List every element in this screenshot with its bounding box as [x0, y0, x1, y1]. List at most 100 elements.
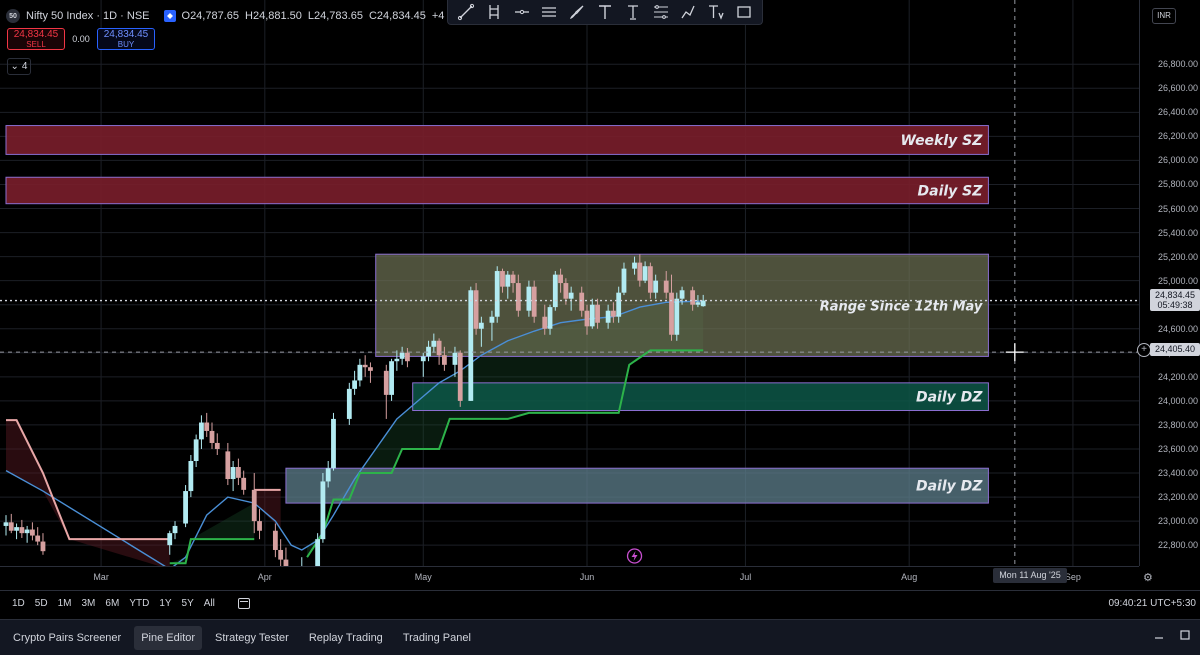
- candle-body: [457, 352, 463, 401]
- candle-body: [674, 298, 680, 335]
- text-icon[interactable]: [595, 2, 615, 22]
- candle-body: [278, 549, 284, 560]
- gear-icon[interactable]: ⚙: [1143, 571, 1153, 584]
- tab-replay-trading[interactable]: Replay Trading: [302, 626, 390, 650]
- candle-body: [209, 430, 215, 443]
- symbol-title[interactable]: Nifty 50 Index · 1D · NSE: [26, 10, 150, 22]
- range-1y[interactable]: 1Y: [154, 598, 176, 609]
- candle-body: [3, 522, 9, 526]
- candle-body: [183, 491, 188, 524]
- candle-body: [531, 286, 537, 317]
- spread-value: 0.00: [72, 34, 90, 44]
- buy-price: 24,834.45: [103, 29, 149, 40]
- ohlc-low: L24,783.65: [307, 10, 363, 22]
- candle: [346, 382, 352, 425]
- price-tick-label: 25,600.00: [1157, 203, 1198, 214]
- sell-label: SELL: [26, 40, 46, 49]
- price-tick-label: 23,000.00: [1157, 516, 1198, 527]
- candle-body: [679, 290, 685, 299]
- zone-demand: [412, 382, 989, 412]
- price-chart[interactable]: Weekly SZ Daily SZ Range Since 12th May Dai…: [0, 0, 1139, 566]
- time-tick-label: Jul: [739, 572, 752, 582]
- fib-icon[interactable]: [651, 2, 671, 22]
- candle-body: [632, 262, 637, 269]
- range-1d[interactable]: 1D: [0, 598, 30, 609]
- tab-trading-panel[interactable]: Trading Panel: [396, 626, 478, 650]
- candle: [14, 523, 19, 540]
- price-tick-label: 26,000.00: [1157, 155, 1198, 166]
- range-all[interactable]: All: [199, 598, 220, 609]
- pitchfork-icon[interactable]: [484, 2, 504, 22]
- date-range-bar: 1D 5D 1M 3M 6M YTD 1Y 5Y All 09:40:21 UT…: [0, 590, 1200, 615]
- candle-body: [642, 266, 648, 281]
- candle-body: [579, 292, 585, 311]
- sell-button[interactable]: 24,834.45 SELL: [7, 28, 65, 50]
- candle: [3, 515, 9, 536]
- candle-body: [552, 274, 558, 308]
- indicators-toggle-button[interactable]: ⌄ 4: [7, 58, 31, 75]
- candle: [278, 539, 284, 566]
- range-3m[interactable]: 3M: [77, 598, 101, 609]
- range-1m[interactable]: 1M: [53, 598, 77, 609]
- ohlc-open: O24,787.65: [181, 10, 240, 22]
- candle: [368, 362, 373, 383]
- zone-label: Daily DZ: [916, 390, 983, 406]
- candle-body: [30, 529, 35, 536]
- supertrend-bear-fill: [6, 420, 170, 566]
- price-axis[interactable]: 26,800.00 26,600.00 26,400.00 26,200.00 26,0…: [1139, 0, 1200, 566]
- candle-body: [172, 525, 178, 534]
- price-tick-label: 26,400.00: [1157, 107, 1198, 118]
- time-tick-label: Sep: [1064, 572, 1081, 582]
- candle-body: [19, 527, 25, 534]
- price-tick-label: 26,800.00: [1157, 59, 1198, 70]
- price-tick-label: 25,400.00: [1157, 227, 1198, 238]
- candle-body: [193, 439, 199, 462]
- candle-body: [500, 271, 505, 287]
- maximize-icon[interactable]: [1180, 630, 1190, 640]
- path-icon[interactable]: [678, 2, 698, 22]
- tab-pine-editor[interactable]: Pine Editor: [134, 625, 203, 650]
- candle-body: [230, 467, 236, 480]
- candle-body: [489, 316, 495, 323]
- bottom-panel-tabs: Crypto Pairs Screener Pine Editor Strate…: [0, 619, 1200, 655]
- zone-supply: [5, 125, 989, 155]
- candle-body: [637, 262, 643, 281]
- candle: [272, 523, 278, 558]
- candle-body: [510, 274, 516, 284]
- candle-body: [251, 489, 257, 522]
- channel-icon[interactable]: [539, 2, 559, 22]
- buy-button[interactable]: 24,834.45 BUY: [97, 28, 155, 50]
- range-6m[interactable]: 6M: [100, 598, 124, 609]
- rectangle-icon[interactable]: [734, 2, 754, 22]
- time-axis[interactable]: Mar Apr May Jun Jul Aug Sep: [0, 566, 1139, 587]
- minimize-icon[interactable]: [1154, 630, 1164, 640]
- add-alert-icon[interactable]: +: [1137, 343, 1151, 357]
- tab-strategy-tester[interactable]: Strategy Tester: [208, 626, 296, 650]
- price-tick-label: 26,600.00: [1157, 83, 1198, 94]
- calendar-icon[interactable]: [237, 597, 250, 609]
- brush-icon[interactable]: [567, 2, 587, 22]
- tab-crypto-pairs-screener[interactable]: Crypto Pairs Screener: [6, 626, 128, 650]
- ohlc-change: +4: [431, 10, 445, 22]
- range-5y[interactable]: 5Y: [177, 598, 199, 609]
- horizontal-line-icon[interactable]: [512, 2, 532, 22]
- price-tick-label: 25,200.00: [1157, 251, 1198, 262]
- candle-body: [394, 358, 400, 362]
- sell-price: 24,834.45: [13, 29, 59, 40]
- candle-body: [611, 310, 616, 317]
- candle-body: [542, 316, 548, 329]
- trend-line-icon[interactable]: [456, 2, 476, 22]
- candle-body: [315, 539, 321, 566]
- candle-body: [431, 340, 437, 347]
- price-tick-label: 24,000.00: [1157, 395, 1198, 406]
- zone-supply: [5, 176, 989, 205]
- candle: [531, 280, 537, 323]
- range-5d[interactable]: 5D: [30, 598, 53, 609]
- zone-label: Weekly SZ: [901, 133, 984, 149]
- candle: [362, 355, 368, 377]
- anchored-text-icon[interactable]: [623, 2, 643, 22]
- clock[interactable]: 09:40:21 UTC+5:30: [1108, 598, 1196, 609]
- range-ytd[interactable]: YTD: [124, 598, 154, 609]
- text-note-icon[interactable]: [706, 2, 726, 22]
- candle-body: [473, 290, 479, 329]
